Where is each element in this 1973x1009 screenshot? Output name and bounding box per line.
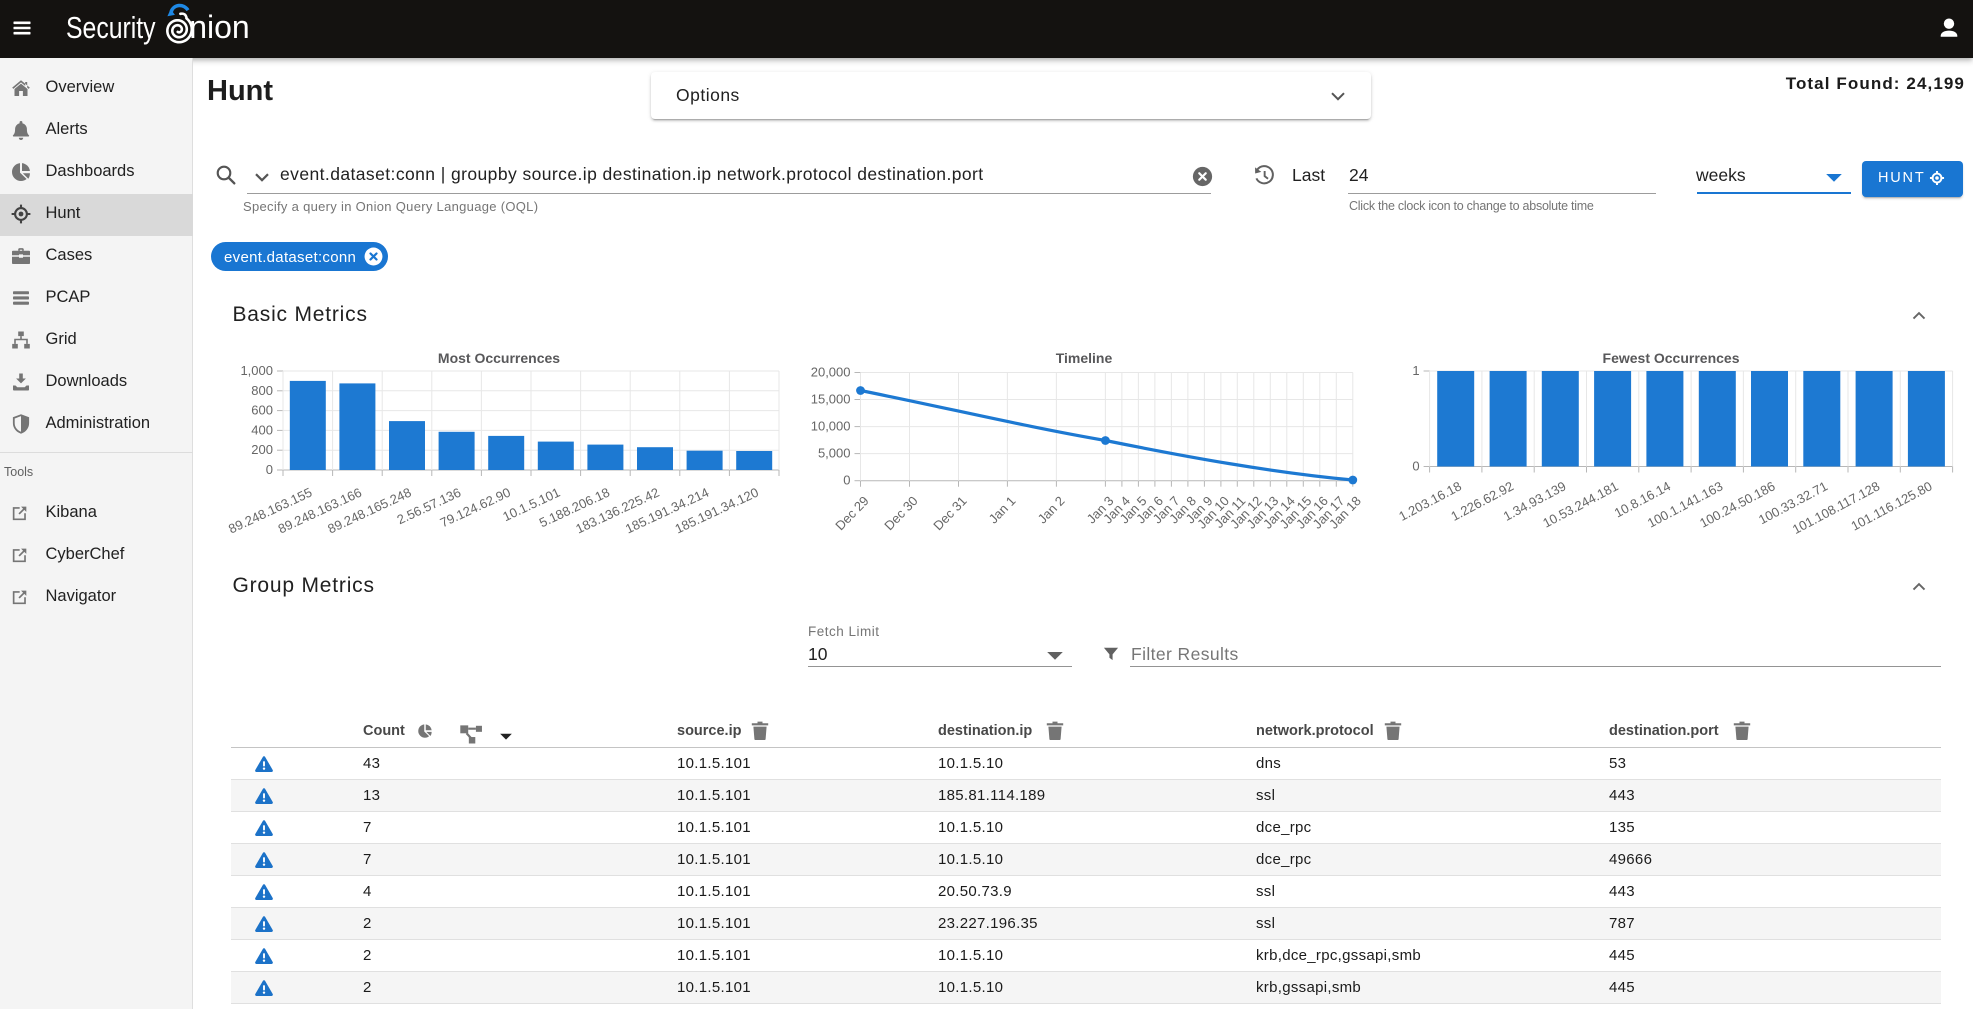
svg-text:0: 0 xyxy=(1412,459,1419,474)
svg-text:0: 0 xyxy=(266,462,273,477)
svg-text:Jan 1: Jan 1 xyxy=(986,493,1019,526)
svg-text:Jan 2: Jan 2 xyxy=(1035,493,1068,526)
svg-text:1,000: 1,000 xyxy=(240,363,273,378)
svg-text:400: 400 xyxy=(251,422,273,437)
svg-text:15,000: 15,000 xyxy=(811,392,851,407)
svg-text:200: 200 xyxy=(251,442,273,457)
svg-text:10,000: 10,000 xyxy=(811,419,851,434)
svg-text:0: 0 xyxy=(843,473,850,488)
svg-text:600: 600 xyxy=(251,403,273,418)
svg-text:Timeline: Timeline xyxy=(1056,350,1113,366)
svg-text:800: 800 xyxy=(251,383,273,398)
svg-text:5,000: 5,000 xyxy=(818,446,851,461)
svg-text:Dec 30: Dec 30 xyxy=(881,493,920,533)
svg-text:185.191.34.120: 185.191.34.120 xyxy=(673,485,761,537)
svg-text:Fewest Occurrences: Fewest Occurrences xyxy=(1603,350,1740,366)
svg-text:20,000: 20,000 xyxy=(811,365,851,380)
svg-text:101.108.117.128: 101.108.117.128 xyxy=(1790,478,1882,537)
svg-text:1: 1 xyxy=(1412,363,1419,378)
svg-text:Dec 31: Dec 31 xyxy=(930,493,969,533)
svg-text:Dec 29: Dec 29 xyxy=(832,493,871,533)
svg-text:Most Occurrences: Most Occurrences xyxy=(438,350,560,366)
